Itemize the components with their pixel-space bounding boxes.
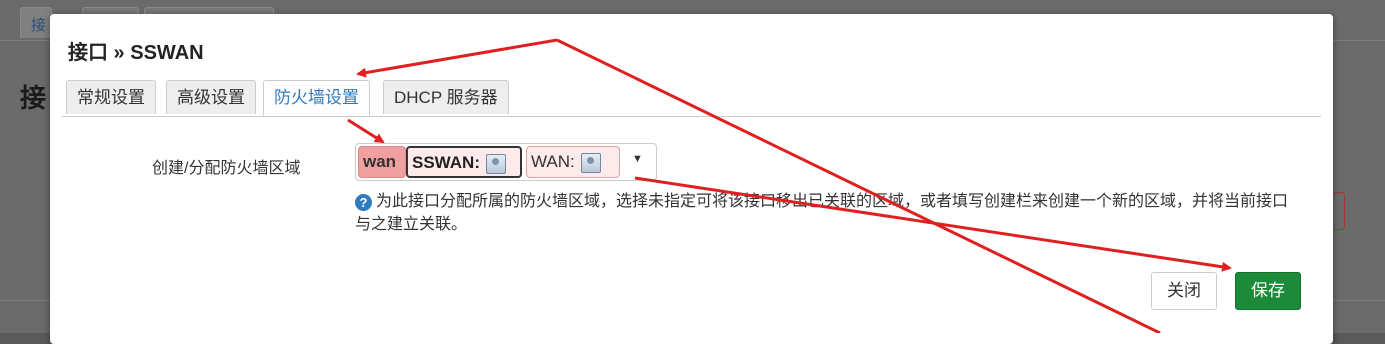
- firewall-zone-select[interactable]: wan SSWAN: WAN: ▼: [355, 143, 657, 181]
- save-button[interactable]: 保存: [1235, 272, 1301, 310]
- modal-title: 接口 » SSWAN: [68, 42, 204, 64]
- zone-option-sswan[interactable]: SSWAN:: [406, 146, 522, 178]
- zone-name: SSWAN:: [412, 153, 480, 172]
- zone-name: WAN:: [531, 152, 575, 171]
- background-tab: 接: [20, 7, 52, 38]
- interface-modal: 接口 » SSWAN 常规设置 高级设置 防火墙设置 DHCP 服务器 创建/分…: [50, 14, 1333, 344]
- tab-firewall[interactable]: 防火墙设置: [263, 80, 370, 116]
- tab-advanced[interactable]: 高级设置: [166, 80, 256, 114]
- firewall-zone-help: ? 为此接口分配所属的防火墙区域，选择未指定可将该接口移出已关联的区域，或者填写创…: [355, 190, 1295, 236]
- help-text: 为此接口分配所属的防火墙区域，选择未指定可将该接口移出已关联的区域，或者填写创建…: [355, 193, 1289, 233]
- tab-general[interactable]: 常规设置: [66, 80, 156, 114]
- firewall-zone-label: 创建/分配防火墙区域: [152, 160, 301, 177]
- background-tab-label: 接: [31, 17, 47, 34]
- network-interface-icon: [486, 153, 506, 174]
- network-interface-icon: [580, 152, 601, 173]
- help-icon: ?: [355, 194, 372, 211]
- background-error-box: [1334, 192, 1345, 230]
- tab-bar: 常规设置 高级设置 防火墙设置 DHCP 服务器: [62, 80, 1321, 117]
- dropdown-arrow-icon[interactable]: ▼: [632, 153, 643, 165]
- zone-option-wan-interface[interactable]: WAN:: [526, 146, 620, 178]
- zone-option-wan[interactable]: wan: [358, 146, 406, 178]
- background-heading: 接: [20, 83, 47, 113]
- tab-dhcp-server[interactable]: DHCP 服务器: [383, 80, 509, 114]
- zone-name: wan: [363, 152, 397, 171]
- close-button[interactable]: 关闭: [1151, 272, 1217, 310]
